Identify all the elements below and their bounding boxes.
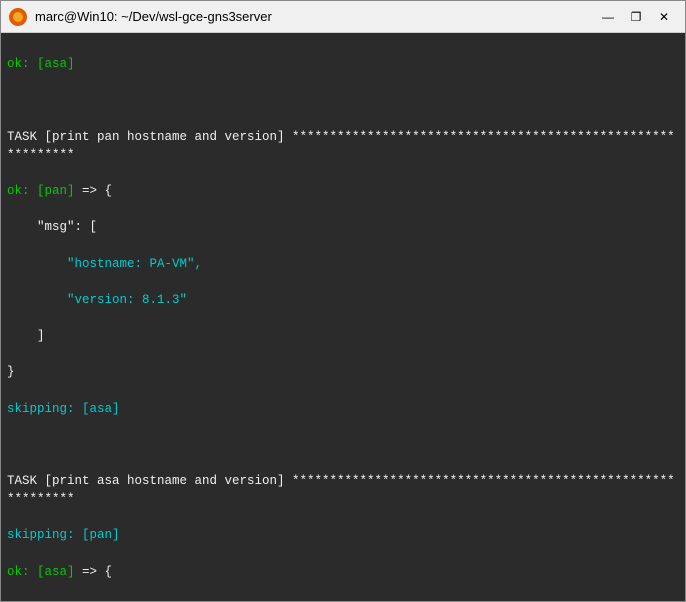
titlebar: marc@Win10: ~/Dev/wsl-gce-gns3server — ❐…: [1, 1, 685, 33]
minimize-button[interactable]: —: [595, 5, 621, 29]
line-task-asa: TASK [print asa hostname and version] **…: [7, 474, 675, 506]
line-brace1: }: [7, 365, 15, 379]
ubuntu-icon: [9, 8, 27, 26]
line-version-pan: "version: 8.1.3": [7, 293, 187, 307]
maximize-button[interactable]: ❐: [623, 5, 649, 29]
line-msg-pan: "msg": [: [7, 220, 97, 234]
line-hostname-pan: "hostname: PA-VM",: [7, 257, 202, 271]
window-title: marc@Win10: ~/Dev/wsl-gce-gns3server: [35, 9, 595, 24]
line-skipping-pan: skipping: [pan]: [7, 528, 120, 542]
line-ok-asa: ok: [asa]: [7, 57, 75, 71]
close-button[interactable]: ✕: [651, 5, 677, 29]
line-skipping-asa: skipping: [asa]: [7, 402, 120, 416]
line-ok-pan: ok: [pan] => {: [7, 184, 112, 198]
line-task-pan: TASK [print pan hostname and version] **…: [7, 130, 675, 162]
line-bracket1: ]: [7, 329, 45, 343]
line-ok-asa2: ok: [asa] => {: [7, 565, 112, 579]
window-controls: — ❐ ✕: [595, 5, 677, 29]
terminal-window: marc@Win10: ~/Dev/wsl-gce-gns3server — ❐…: [0, 0, 686, 602]
terminal-output[interactable]: ok: [asa] TASK [print pan hostname and v…: [1, 33, 685, 601]
